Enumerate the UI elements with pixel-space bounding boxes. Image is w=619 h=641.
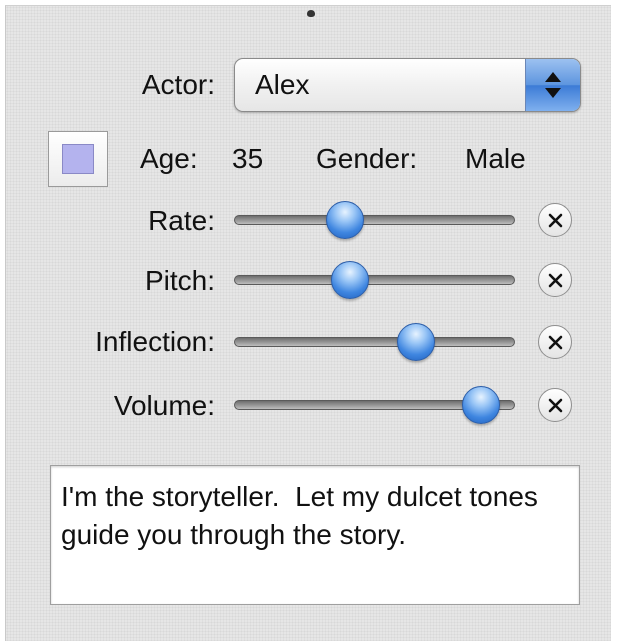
inflection-reset-button[interactable] bbox=[538, 325, 572, 359]
inflection-slider-knob[interactable] bbox=[396, 323, 435, 361]
inflection-label: Inflection: bbox=[95, 326, 215, 357]
drag-mark bbox=[307, 10, 315, 17]
actor-popup[interactable]: Alex bbox=[234, 58, 581, 112]
close-icon bbox=[548, 273, 563, 288]
actor-value: Alex bbox=[255, 69, 310, 100]
actor-label: Actor: bbox=[141, 69, 215, 100]
inflection-slider-track[interactable] bbox=[234, 337, 515, 347]
color-swatch bbox=[62, 144, 94, 174]
pitch-label: Pitch: bbox=[144, 265, 215, 296]
close-icon bbox=[548, 213, 563, 228]
volume-reset-button[interactable] bbox=[538, 388, 572, 422]
volume-label: Volume: bbox=[113, 390, 215, 421]
rate-reset-button[interactable] bbox=[538, 203, 572, 237]
age-value: 35 bbox=[232, 143, 264, 174]
pitch-reset-button[interactable] bbox=[538, 263, 572, 297]
volume-slider-knob[interactable] bbox=[461, 386, 500, 424]
color-well[interactable] bbox=[48, 131, 108, 187]
rate-slider-track[interactable] bbox=[234, 215, 515, 225]
gender-label: Gender: bbox=[316, 143, 418, 174]
pitch-slider-track[interactable] bbox=[234, 275, 515, 285]
dialogue-text-area[interactable]: I'm the storyteller. Let my dulcet tones… bbox=[50, 465, 580, 605]
close-icon bbox=[548, 335, 563, 350]
close-icon bbox=[548, 398, 563, 413]
age-label: Age: bbox=[140, 143, 198, 174]
popup-stepper-icon[interactable] bbox=[525, 59, 580, 111]
rate-label: Rate: bbox=[148, 205, 215, 236]
gender-value: Male bbox=[465, 143, 526, 174]
